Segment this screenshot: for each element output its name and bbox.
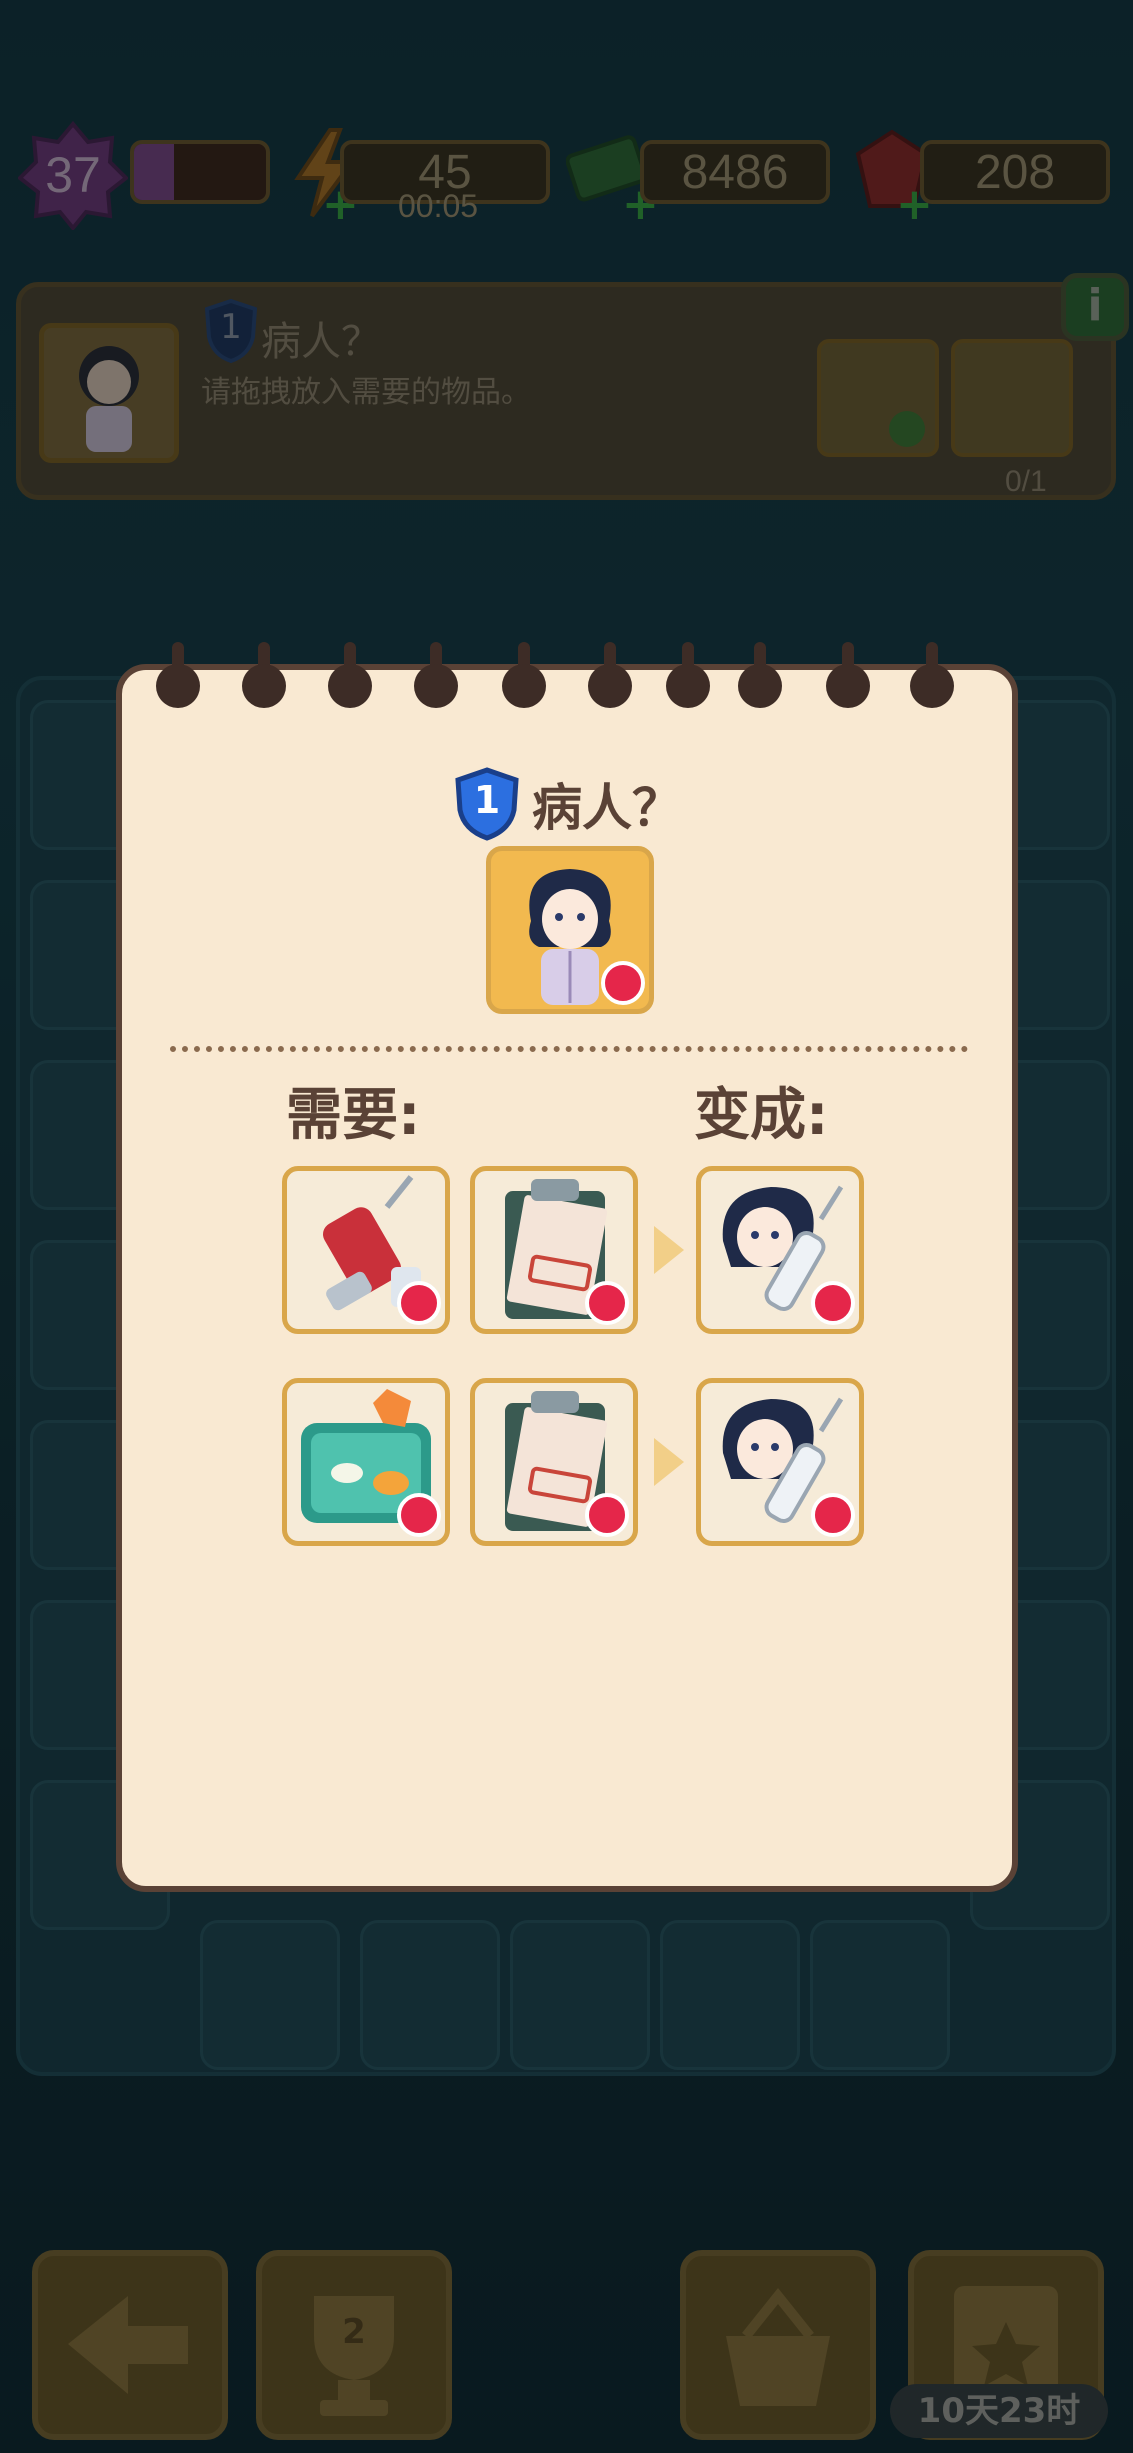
become-label: 变成: [694,1083,829,1148]
crown-icon [601,961,645,1005]
level-shield-value: 1 [473,778,501,822]
arrow-right-icon [654,1438,684,1486]
recipe-1-item-deny-clipboard[interactable] [470,1166,638,1334]
recipe-2-item-deny-clipboard[interactable] [470,1378,638,1546]
notebook-header: 1 病人？ [122,766,1012,854]
ring [666,642,710,708]
need-label: 需要: [286,1083,421,1148]
ring [910,642,954,708]
level-shield-icon: 1 [452,766,522,842]
recipe-2-result[interactable] [696,1378,864,1546]
ring [242,642,286,708]
recipe-1-result[interactable] [696,1166,864,1334]
ring [156,642,200,708]
ring [826,642,870,708]
notebook-title: 病人？ [532,779,682,837]
recipe-notebook: 1 病人？ 需要: 变成: [116,642,1018,1892]
crown-icon [585,1281,629,1325]
patient-card[interactable] [486,846,654,1014]
ring [502,642,546,708]
crown-icon [585,1493,629,1537]
recipe-2-item-pill-tray[interactable] [282,1378,450,1546]
recipe-1-item-blood-vial[interactable] [282,1166,450,1334]
ring [588,642,632,708]
ring [738,642,782,708]
crown-icon [811,1493,855,1537]
arrow-right-icon [654,1226,684,1274]
ring [328,642,372,708]
crown-icon [397,1281,441,1325]
divider [170,1046,968,1052]
ring [414,642,458,708]
crown-icon [811,1281,855,1325]
crown-icon [397,1493,441,1537]
